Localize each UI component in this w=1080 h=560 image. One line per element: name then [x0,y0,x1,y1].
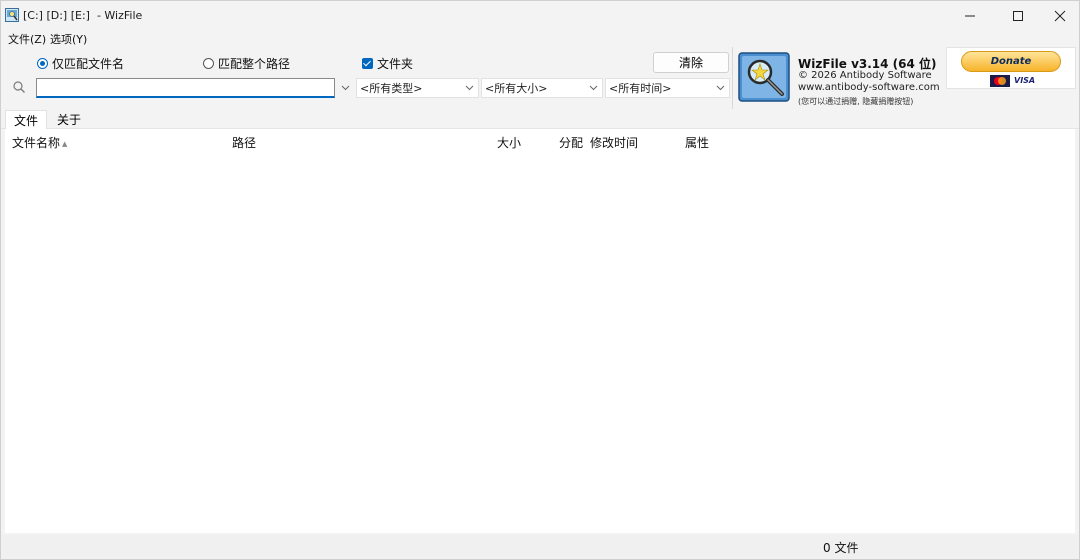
title-bar[interactable]: [C:] [D:] [E:] - WizFile [1,1,1079,31]
column-header-name[interactable]: 文件名称 ▲ [12,134,67,151]
column-header-allocated[interactable]: 分配 [559,134,583,151]
minimize-button[interactable] [947,1,993,31]
time-filter-select[interactable]: <所有时间> [605,78,730,98]
tab-files[interactable]: 文件 [5,110,47,129]
menu-bar: 文件(Z) 选项(Y) [1,30,301,48]
donate-button[interactable]: Donate [961,51,1061,72]
size-filter-select[interactable]: <所有大小> [481,78,603,98]
wizfile-app-icon [5,8,19,22]
folders-label: 文件夹 [377,56,414,71]
tab-about[interactable]: 关于 [47,110,91,129]
match-path-label: 匹配整个路径 [218,56,291,71]
clear-button[interactable]: 清除 [653,52,729,73]
match-filename-label: 仅匹配文件名 [52,56,125,71]
maximize-button[interactable] [995,1,1041,31]
tab-bar: 文件 关于 [1,109,1079,129]
file-count: 0 文件 [823,541,859,555]
column-header-name-label: 文件名称 [12,136,61,150]
search-icon [13,81,25,93]
about-copyright: © 2026 Antibody Software [798,70,932,81]
column-header-path[interactable]: 路径 [232,134,256,151]
column-header-size[interactable]: 大小 [497,134,521,151]
about-donate-note: (您可以通过捐赠, 隐藏捐赠按钮) [798,97,914,106]
folders-option[interactable]: 文件夹 [362,55,413,71]
about-website-link[interactable]: www.antibody-software.com [798,82,940,93]
window-title: [C:] [D:] [E:] - WizFile [23,9,143,22]
sort-ascending-icon: ▲ [62,139,68,148]
time-filter-value: <所有时间> [609,82,672,95]
donate-panel: Donate VISA [946,47,1076,89]
menu-file[interactable]: 文件(Z) [8,31,46,47]
chevron-down-icon [589,85,598,91]
close-icon [1054,10,1066,22]
match-path-option[interactable]: 匹配整个路径 [203,55,290,71]
close-button[interactable] [1037,1,1080,31]
about-panel: WizFile v3.14 (64 位) © 2026 Antibody Sof… [732,47,946,109]
chevron-down-icon [716,85,725,91]
chevron-down-icon [341,85,350,91]
magnifier-star-icon [738,52,790,102]
file-list[interactable]: 文件名称 ▲ 路径 大小 分配 修改时间 属性 [5,129,1075,533]
type-filter-value: <所有类型> [360,82,423,95]
search-history-dropdown[interactable] [337,78,354,98]
status-bar: 0 文件 [1,535,1079,559]
search-input[interactable] [36,78,335,98]
match-path-radio[interactable] [203,57,214,69]
visa-icon: VISA [1014,75,1036,87]
match-filename-option[interactable]: 仅匹配文件名 [37,55,124,71]
chevron-down-icon [465,85,474,91]
minimize-icon [965,15,975,17]
size-filter-value: <所有大小> [485,82,548,95]
mastercard-icon [990,75,1010,87]
column-header-attributes[interactable]: 属性 [685,134,709,151]
maximize-icon [1013,11,1023,21]
folders-checkbox[interactable] [362,57,373,69]
column-header-modified[interactable]: 修改时间 [590,134,638,151]
type-filter-select[interactable]: <所有类型> [356,78,479,98]
match-filename-radio[interactable] [37,57,48,69]
app-window: [C:] [D:] [E:] - WizFile 文件(Z) 选项(Y) 仅匹配… [0,0,1080,560]
menu-options[interactable]: 选项(Y) [50,31,87,47]
